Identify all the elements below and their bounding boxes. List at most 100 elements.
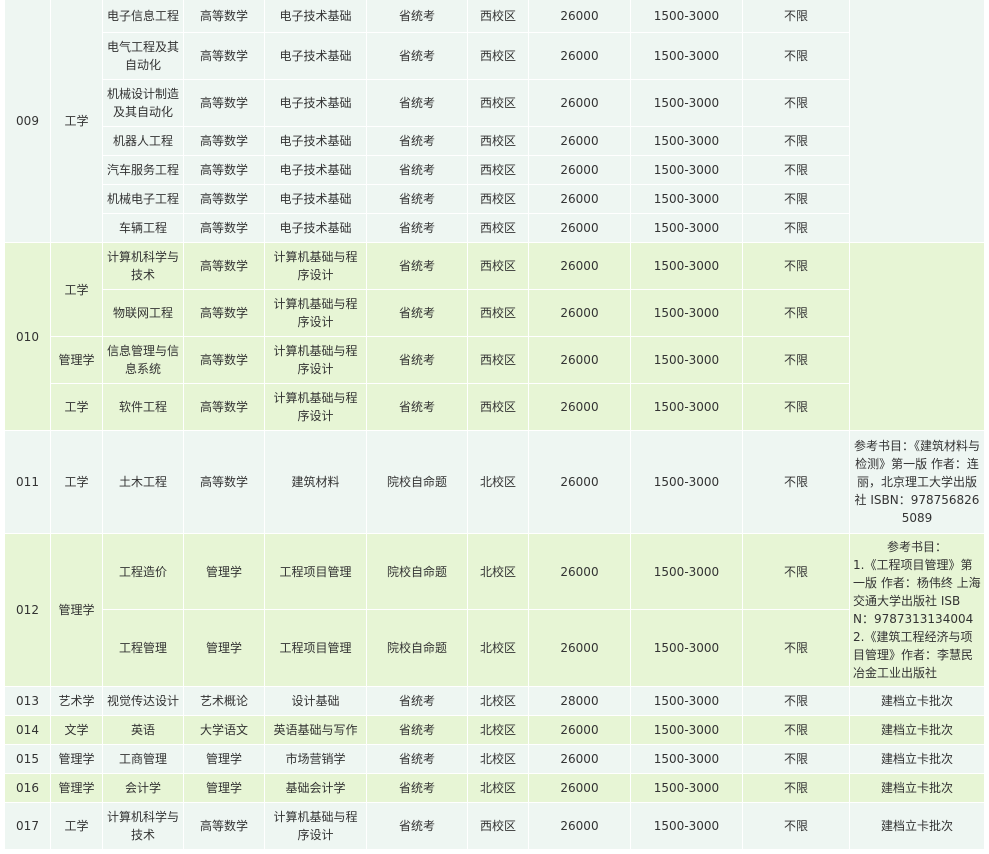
campus-cell: 西校区	[467, 336, 529, 384]
table-row: 机器人工程 高等数学 电子技术基础 省统考 西校区 26000 1500-3000 不限	[5, 126, 985, 156]
fee-range-cell: 1500-3000	[630, 802, 743, 850]
major-cell: 机械电子工程	[102, 184, 184, 214]
campus-cell: 北校区	[467, 715, 529, 745]
exam-type-cell: 院校自命题	[366, 430, 468, 534]
exam-type-cell: 省统考	[366, 336, 468, 384]
major-cell: 会计学	[102, 773, 184, 803]
campus-cell: 西校区	[467, 242, 529, 290]
tuition-cell: 26000	[528, 126, 631, 156]
subject-2-cell: 电子技术基础	[264, 184, 367, 214]
remarks-cell: 建档立卡批次	[849, 715, 985, 745]
program-code-cell: 014	[4, 715, 51, 745]
remarks-cell: 建档立卡批次	[849, 686, 985, 716]
subject-1-cell: 高等数学	[183, 242, 265, 290]
category-cell: 艺术学	[50, 686, 103, 716]
program-code-cell: 012	[4, 533, 51, 687]
subject-2-cell: 基础会计学	[264, 773, 367, 803]
major-cell: 物联网工程	[102, 289, 184, 337]
table-row: 工程管理 管理学 工程项目管理 院校自命题 北校区 26000 1500-3000 不限	[5, 609, 985, 687]
campus-cell: 西校区	[467, 213, 529, 243]
exam-type-cell: 省统考	[366, 184, 468, 214]
exam-type-cell: 院校自命题	[366, 533, 468, 610]
remark-line: 建档立卡批次	[880, 781, 953, 795]
limit-cell: 不限	[742, 242, 850, 290]
subject-2-cell: 计算机基础与程序设计	[264, 242, 367, 290]
subject-1-cell: 高等数学	[183, 289, 265, 337]
tuition-cell: 26000	[528, 79, 631, 127]
campus-cell: 西校区	[467, 79, 529, 127]
limit-cell: 不限	[742, 184, 850, 214]
category-cell: 管理学	[50, 773, 103, 803]
subject-1-cell: 艺术概论	[183, 686, 265, 716]
tuition-cell: 26000	[528, 0, 631, 33]
remark-line: 建档立卡批次	[880, 819, 953, 833]
tuition-cell: 26000	[528, 32, 631, 80]
exam-type-cell: 省统考	[366, 242, 468, 290]
exam-type-cell: 省统考	[366, 32, 468, 80]
table-row: 机械设计制造及其自动化 高等数学 电子技术基础 省统考 西校区 26000 1500-300…	[5, 79, 985, 127]
fee-range-cell: 1500-3000	[630, 686, 743, 716]
category-cell: 文学	[50, 715, 103, 745]
fee-range-cell: 1500-3000	[630, 336, 743, 384]
category-cell: 管理学	[50, 744, 103, 774]
tuition-cell: 26000	[528, 213, 631, 243]
subject-1-cell: 高等数学	[183, 79, 265, 127]
major-cell: 计算机科学与技术	[102, 802, 184, 850]
fee-range-cell: 1500-3000	[630, 184, 743, 214]
remark-line: 2.《建筑工程经济与项目管理》作者：李慧民 冶金工业出版社	[853, 630, 974, 680]
limit-cell: 不限	[742, 79, 850, 127]
remarks-cell	[849, 0, 985, 243]
subject-2-cell: 电子技术基础	[264, 213, 367, 243]
fee-range-cell: 1500-3000	[630, 289, 743, 337]
fee-range-cell: 1500-3000	[630, 126, 743, 156]
fee-range-cell: 1500-3000	[630, 533, 743, 610]
fee-range-cell: 1500-3000	[630, 609, 743, 687]
campus-cell: 西校区	[467, 155, 529, 185]
tuition-cell: 28000	[528, 686, 631, 716]
exam-type-cell: 省统考	[366, 79, 468, 127]
table-row: 016 管理学 会计学 管理学 基础会计学 省统考 北校区 26000 1500-3000 不限建…	[4, 773, 985, 803]
subject-1-cell: 高等数学	[183, 32, 265, 80]
remark-line: 参考书目：	[886, 540, 947, 554]
fee-range-cell: 1500-3000	[630, 773, 743, 803]
exam-type-cell: 省统考	[366, 686, 468, 716]
subject-2-cell: 工程项目管理	[264, 609, 367, 687]
subject-2-cell: 市场营销学	[264, 744, 367, 774]
campus-cell: 西校区	[467, 383, 529, 431]
remark-line: 建档立卡批次	[880, 752, 953, 766]
campus-cell: 西校区	[467, 0, 529, 33]
subject-1-cell: 高等数学	[183, 383, 265, 431]
campus-cell: 北校区	[467, 430, 529, 534]
subject-1-cell: 高等数学	[183, 802, 265, 850]
table-row: 012 管理学 工程造价 管理学 工程项目管理 院校自命题 北校区 26000 1500-300…	[4, 533, 985, 687]
table-row: 管理学 信息管理与信息系统 高等数学 计算机基础与程序设计 省统考 西校区 26000 150…	[5, 336, 985, 384]
table-row: 机械电子工程 高等数学 电子技术基础 省统考 西校区 26000 1500-3000 不限	[5, 184, 985, 214]
tuition-cell: 26000	[528, 155, 631, 185]
subject-2-cell: 建筑材料	[264, 430, 367, 534]
limit-cell: 不限	[742, 744, 850, 774]
limit-cell: 不限	[742, 126, 850, 156]
fee-range-cell: 1500-3000	[630, 715, 743, 745]
remarks-cell: 建档立卡批次	[849, 744, 985, 774]
table-row: 010 工学 计算机科学与技术 高等数学 计算机基础与程序设计 省统考 西校区 26000 15…	[4, 242, 985, 431]
category-cell: 工学	[50, 802, 103, 850]
campus-cell: 西校区	[467, 126, 529, 156]
tuition-cell: 26000	[528, 802, 631, 850]
subject-2-cell: 英语基础与写作	[264, 715, 367, 745]
campus-cell: 西校区	[467, 184, 529, 214]
tuition-cell: 26000	[528, 242, 631, 290]
table-row: 017 工学 计算机科学与技术 高等数学 计算机基础与程序设计 省统考 西校区 26000 15…	[4, 802, 985, 850]
subject-1-cell: 高等数学	[183, 213, 265, 243]
fee-range-cell: 1500-3000	[630, 213, 743, 243]
tuition-cell: 26000	[528, 336, 631, 384]
limit-cell: 不限	[742, 609, 850, 687]
campus-cell: 西校区	[467, 289, 529, 337]
subject-1-cell: 高等数学	[183, 155, 265, 185]
fee-range-cell: 1500-3000	[630, 383, 743, 431]
subject-2-cell: 工程项目管理	[264, 533, 367, 610]
major-cell: 机器人工程	[102, 126, 184, 156]
table-row: 电气工程及其自动化 高等数学 电子技术基础 省统考 西校区 26000 1500-3000 不…	[5, 32, 985, 80]
category-cell: 管理学	[50, 336, 103, 384]
program-code-cell: 015	[4, 744, 51, 774]
table-row: 014 文学 英语 大学语文 英语基础与写作 省统考 北校区 26000 1500-3000 不限…	[4, 715, 985, 745]
